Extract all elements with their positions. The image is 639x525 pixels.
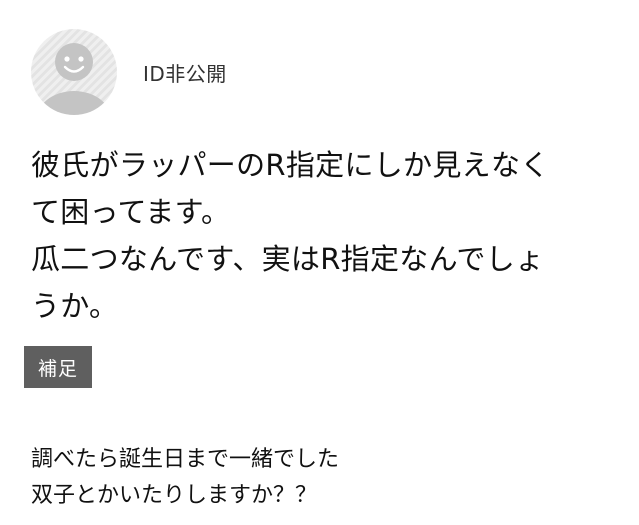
supplement-body: 調べたら誕生日まで一緒でした 双子とかいたりしますか？？ <box>31 442 621 514</box>
user-name[interactable]: ID非公開 <box>143 58 227 87</box>
supplement-badge: 補足 <box>24 346 92 388</box>
question-line: 彼氏がラッパーのR指定にしか見えなく <box>31 148 550 182</box>
default-avatar-smiley-icon <box>36 43 112 115</box>
supplement-line: 調べたら誕生日まで一緒でした <box>31 447 340 472</box>
question-header: ID非公開 <box>31 29 227 115</box>
question-body: 彼氏がラッパーのR指定にしか見えなく て困ってます。 瓜二つなんです、実はR指定… <box>31 142 627 330</box>
avatar[interactable] <box>31 29 117 115</box>
question-line: て困ってます。 <box>31 195 231 229</box>
supplement-line: 双子とかいたりしますか？？ <box>31 483 318 508</box>
question-line: うか。 <box>31 289 119 323</box>
question-line: 瓜二つなんです、実はR指定なんでしょ <box>31 242 545 276</box>
